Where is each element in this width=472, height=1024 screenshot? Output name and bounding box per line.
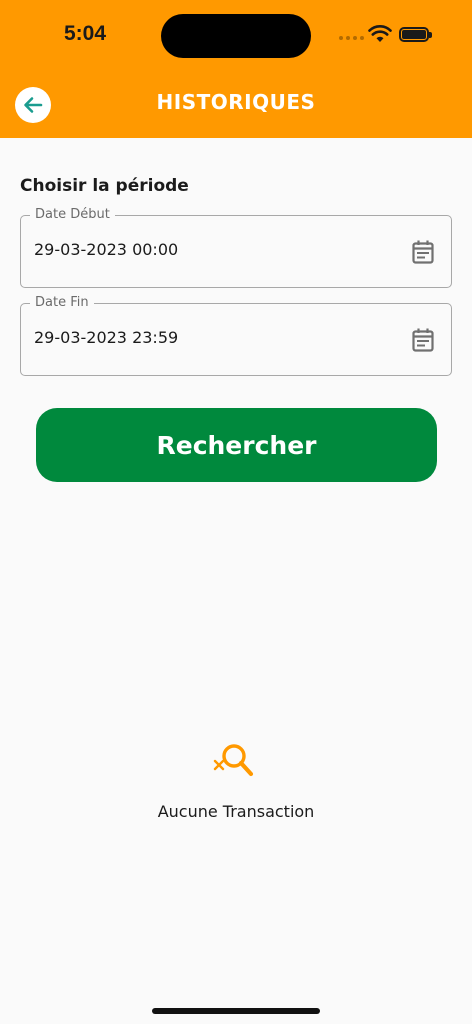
status-time: 5:04 (64, 22, 107, 45)
start-date-value: 29-03-2023 00:00 (34, 240, 179, 259)
start-date-label: Date Début (30, 206, 115, 223)
page-title: HISTORIQUES (156, 90, 316, 114)
search-off-icon (213, 744, 254, 777)
dynamic-island (161, 14, 311, 58)
empty-state-text: Aucune Transaction (157, 802, 315, 821)
start-date-field[interactable]: Date Début 29-03-2023 00:00 (20, 206, 452, 288)
history-screen: 5:04 HISTORIQUES Choisir la période Date… (0, 0, 472, 1024)
period-title: Choisir la période (20, 176, 189, 196)
battery-icon (399, 27, 432, 42)
end-date-field[interactable]: Date Fin 29-03-2023 23:59 (20, 294, 452, 376)
calendar-icon[interactable] (411, 327, 435, 353)
search-button-label: Rechercher (156, 430, 317, 460)
app-header: 5:04 HISTORIQUES (0, 0, 472, 138)
wifi-icon (368, 25, 392, 42)
calendar-icon[interactable] (411, 239, 435, 265)
signal-icon (339, 36, 364, 40)
search-button[interactable]: Rechercher (36, 408, 437, 482)
end-date-label: Date Fin (30, 294, 94, 311)
home-indicator[interactable] (152, 1008, 320, 1014)
end-date-value: 29-03-2023 23:59 (34, 328, 179, 347)
